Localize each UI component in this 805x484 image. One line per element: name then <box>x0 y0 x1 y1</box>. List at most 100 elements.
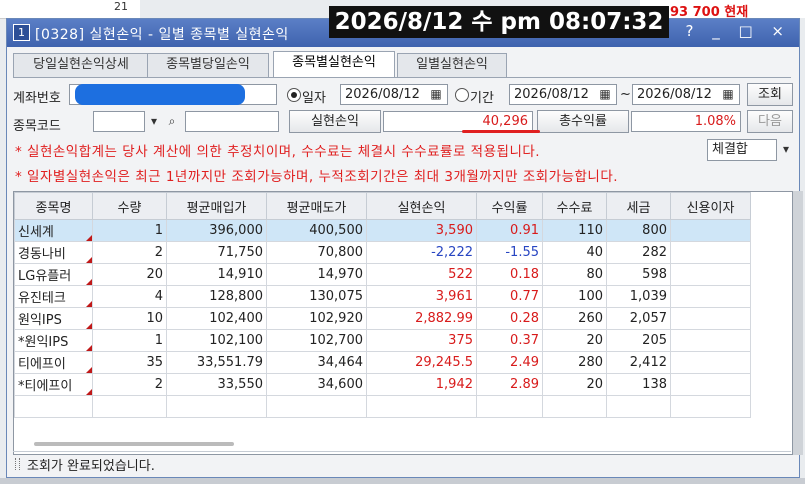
row-fee: 100 <box>542 285 607 308</box>
period-separator: ~ <box>620 87 631 102</box>
row-qty: 2 <box>92 373 167 396</box>
row-avg-buy: 14,910 <box>166 263 267 286</box>
stock-code-input[interactable] <box>93 111 145 132</box>
col-header-realized[interactable]: 실현손익 <box>366 192 477 220</box>
chevron-down-icon[interactable]: ▾ <box>777 140 795 159</box>
background-value: 21 <box>114 0 128 13</box>
col-header-rate[interactable]: 수익률 <box>476 192 543 220</box>
search-button[interactable]: 조회 <box>747 83 793 106</box>
window-title: [0328] 실현손익 - 일별 종목별 실현손익 <box>35 27 289 43</box>
col-header-avg-sell[interactable]: 평균매도가 <box>266 192 367 220</box>
row-avg-buy: 33,551.79 <box>166 351 267 374</box>
row-tax: 598 <box>606 263 671 286</box>
row-avg-buy: 33,550 <box>166 373 267 396</box>
row-realized: 1,942 <box>366 373 477 396</box>
horizontal-scrollbar[interactable] <box>34 442 234 446</box>
row-qty: 1 <box>92 329 167 352</box>
stock-code-label: 종목코드 <box>13 119 61 134</box>
period-radio[interactable] <box>455 88 469 102</box>
row-qty: 35 <box>92 351 167 374</box>
row-fee: 40 <box>542 241 607 264</box>
row-avg-buy: 396,000 <box>166 219 267 242</box>
row-credit-interest <box>670 351 751 374</box>
table-row[interactable]: 원익IPS 10 102,400 102,920 2,882.99 0.28 260 2,05… <box>14 307 751 330</box>
table-row[interactable]: 유진테크 4 128,800 130,075 3,961 0.77 100 1,039 <box>14 285 751 308</box>
row-avg-buy: 102,400 <box>166 307 267 330</box>
value-underline-mark <box>462 130 540 133</box>
row-realized: 3,590 <box>366 219 477 242</box>
table-row[interactable]: LG유플러 20 14,910 14,970 522 0.18 80 598 <box>14 263 751 286</box>
realized-pnl-window: 1 [0328] 실현손익 - 일별 종목별 실현손익 T ? _ □ × 당일… <box>6 18 803 478</box>
row-rate: 2.49 <box>476 351 543 374</box>
row-fee: 20 <box>542 373 607 396</box>
tab-today-detail[interactable]: 당일실현손익상세 <box>13 53 149 77</box>
table-row[interactable]: 신세계 1 396,000 400,500 3,590 0.91 110 800 <box>14 219 751 242</box>
account-redaction <box>75 84 245 105</box>
col-header-name[interactable]: 종목명 <box>14 192 93 220</box>
background-panel-bottom <box>0 478 805 484</box>
empty-cell <box>670 395 751 418</box>
row-fee: 260 <box>542 307 607 330</box>
row-tax: 138 <box>606 373 671 396</box>
realized-pnl-table: 종목명 수량 평균매입가 평균매도가 실현손익 수익률 수수료 세금 신용이자 … <box>13 191 793 455</box>
col-header-qty[interactable]: 수량 <box>92 192 167 220</box>
total-return-label: 총수익률 <box>537 110 629 133</box>
row-avg-sell: 34,600 <box>266 373 367 396</box>
tab-stock-realized[interactable]: 종목별실현손익 <box>273 51 395 77</box>
empty-cell <box>266 395 367 418</box>
empty-row <box>14 395 751 418</box>
vertical-scrollbar[interactable] <box>793 191 803 455</box>
row-name: 신세계 <box>14 219 93 242</box>
row-tax: 2,412 <box>606 351 671 374</box>
calendar-from-icon[interactable]: ▦ <box>596 85 614 104</box>
row-realized: -2,222 <box>366 241 477 264</box>
chevron-down-icon[interactable]: ▾ <box>145 112 163 131</box>
tab-daily-realized[interactable]: 일별실현손익 <box>397 53 507 77</box>
row-rate: 0.91 <box>476 219 543 242</box>
table-row[interactable]: 티에프이 35 33,551.79 34,464 29,245.5 2.49 280 2,41… <box>14 351 751 374</box>
row-name: LG유플러 <box>14 263 93 286</box>
table-row[interactable]: *원익IPS 1 102,100 102,700 375 0.37 20 205 <box>14 329 751 352</box>
table-row[interactable]: 경동나비 2 71,750 70,800 -2,222 -1.55 40 282 <box>14 241 751 264</box>
empty-cell <box>366 395 477 418</box>
row-name: *티에프이 <box>14 373 93 396</box>
window-controls[interactable]: T ? _ □ × <box>658 22 791 40</box>
overlay-clock: 2026/8/12 수 pm 08:07:32 <box>329 6 669 38</box>
col-header-fee[interactable]: 수수료 <box>542 192 607 220</box>
row-tax: 205 <box>606 329 671 352</box>
row-credit-interest <box>670 263 751 286</box>
row-tax: 2,057 <box>606 307 671 330</box>
row-avg-sell: 400,500 <box>266 219 367 242</box>
window-number-badge: 1 <box>13 24 30 41</box>
col-header-credit-interest[interactable]: 신용이자 <box>670 192 751 220</box>
calendar-icon[interactable]: ▦ <box>427 85 445 104</box>
tab-stock-today[interactable]: 종목별당일손익 <box>147 53 269 77</box>
row-avg-sell: 130,075 <box>266 285 367 308</box>
row-qty: 20 <box>92 263 167 286</box>
account-label: 계좌번호 <box>13 91 61 106</box>
row-fee: 110 <box>542 219 607 242</box>
row-credit-interest <box>670 307 751 330</box>
calendar-to-icon[interactable]: ▦ <box>719 85 737 104</box>
row-rate: 0.18 <box>476 263 543 286</box>
notice-estimate: * 실현손익합계는 당사 계산에 의한 추정치이며, 수수료는 체결시 수수료률… <box>15 144 541 160</box>
empty-cell <box>14 395 93 418</box>
date-radio[interactable] <box>287 88 301 102</box>
row-realized: 29,245.5 <box>366 351 477 374</box>
row-avg-buy: 102,100 <box>166 329 267 352</box>
row-tax: 1,039 <box>606 285 671 308</box>
tab-divider <box>13 77 791 78</box>
date-radio-label: 일자 <box>302 91 326 106</box>
next-button[interactable]: 다음 <box>747 110 793 133</box>
basis-select[interactable]: 체결합 <box>707 139 777 161</box>
row-rate: 0.28 <box>476 307 543 330</box>
row-name: 유진테크 <box>14 285 93 308</box>
row-fee: 80 <box>542 263 607 286</box>
grip-icon <box>15 458 20 470</box>
table-row[interactable]: *티에프이 2 33,550 34,600 1,942 2.89 20 138 <box>14 373 751 396</box>
col-header-avg-buy[interactable]: 평균매입가 <box>166 192 267 220</box>
empty-cell <box>606 395 671 418</box>
search-icon[interactable]: ⌕ <box>163 112 181 131</box>
empty-cell <box>476 395 543 418</box>
col-header-tax[interactable]: 세금 <box>606 192 671 220</box>
